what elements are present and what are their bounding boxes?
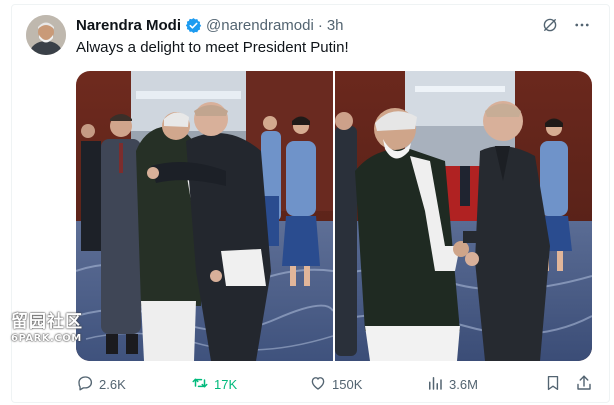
avatar[interactable] [26, 15, 66, 55]
grok-icon[interactable] [540, 15, 560, 35]
bookmark-icon [544, 374, 562, 395]
author-name[interactable]: Narendra Modi [76, 17, 181, 34]
tweet-text: Always a delight to meet President Putin… [76, 39, 349, 56]
repost-count: 17K [214, 377, 238, 392]
bookmark-button[interactable] [544, 374, 562, 395]
media-grid [76, 71, 592, 361]
watermark-line1: 留园社区 [11, 312, 83, 332]
like-count: 150K [332, 377, 363, 392]
repost-icon [191, 374, 209, 395]
views-icon [426, 374, 444, 395]
timestamp[interactable]: 3h [327, 17, 344, 34]
repost-button[interactable]: 17K [191, 374, 237, 395]
watermark-line2: 6PARK.COM [11, 333, 82, 344]
tweet-header: Narendra Modi @narendramodi · 3h [76, 15, 344, 35]
share-icon [575, 374, 593, 395]
watermark: 留园社区 6PARK.COM [11, 307, 93, 344]
views-button[interactable]: 3.6M [426, 374, 478, 395]
view-count: 3.6M [449, 377, 478, 392]
action-bar: 2.6K 17K 150K 3.6M [76, 374, 596, 394]
header-actions [540, 15, 592, 35]
reply-icon [76, 374, 94, 395]
like-button[interactable]: 150K [309, 374, 362, 395]
author-handle[interactable]: @narendramodi [206, 17, 314, 34]
reply-button[interactable]: 2.6K [76, 374, 126, 395]
like-icon [309, 374, 327, 395]
more-icon[interactable] [572, 15, 592, 35]
share-button[interactable] [575, 374, 593, 395]
photo-right[interactable] [335, 71, 592, 361]
photo-left[interactable] [76, 71, 333, 361]
separator-dot: · [317, 16, 323, 34]
verified-badge-icon [185, 17, 202, 34]
reply-count: 2.6K [99, 377, 126, 392]
